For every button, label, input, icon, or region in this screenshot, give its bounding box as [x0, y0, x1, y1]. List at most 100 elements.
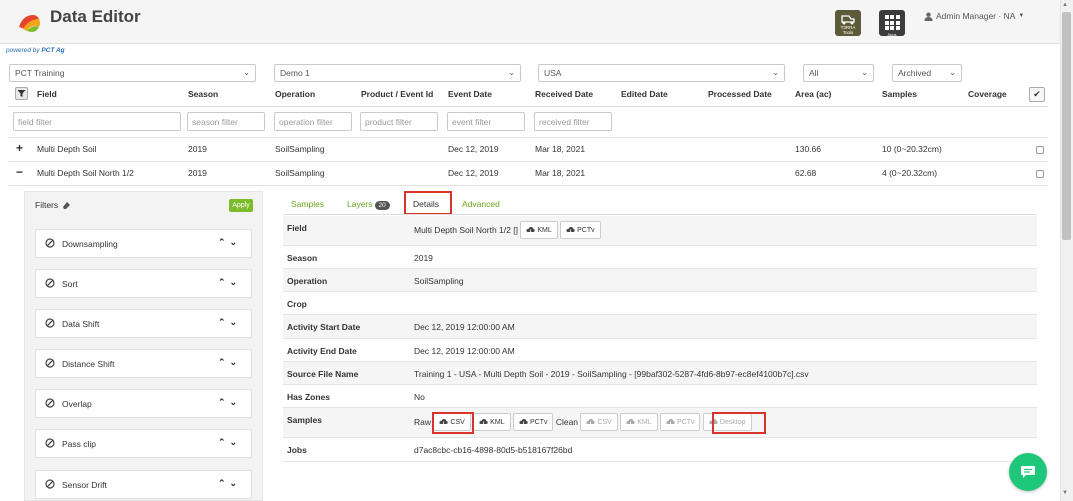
country-select[interactable]: USA ⌄: [538, 64, 785, 82]
detail-key: Activity End Date: [287, 346, 357, 356]
raw-pctv-button[interactable]: PCTv: [512, 413, 554, 431]
ban-icon[interactable]: [45, 479, 55, 489]
detail-key: Season: [287, 253, 318, 263]
filter-card-downsampling[interactable]: Downsampling ⌃⌄: [35, 229, 252, 258]
ban-icon[interactable]: [45, 438, 55, 448]
tab-layers[interactable]: Layers 20: [347, 199, 390, 210]
apply-button[interactable]: Apply: [229, 199, 253, 212]
field-name: Multi Depth Soil North 1/2 []: [414, 225, 518, 235]
chat-button[interactable]: [1009, 453, 1047, 491]
col-area[interactable]: Area (ac): [795, 89, 831, 99]
row-field[interactable]: Multi Depth Soil: [37, 144, 97, 154]
clean-pctv-button[interactable]: PCTv: [659, 413, 701, 431]
filter-card-data-shift[interactable]: Data Shift ⌃⌄: [35, 309, 252, 338]
reorder-arrows-icon[interactable]: ⌃⌄: [218, 317, 241, 328]
scrollbar-thumb[interactable]: [1062, 12, 1071, 240]
reorder-arrows-icon[interactable]: ⌃⌄: [218, 277, 241, 288]
col-received-date[interactable]: Received Date: [535, 89, 593, 99]
status-select-value: Archived: [898, 68, 932, 78]
row-event-date: Dec 12, 2019: [448, 144, 499, 154]
project-select[interactable]: Demo 1 ⌄: [274, 64, 521, 82]
raw-kml-button[interactable]: KML: [473, 413, 511, 431]
scope-select[interactable]: All ⌄: [803, 64, 874, 82]
tab-advanced[interactable]: Advanced: [462, 199, 500, 209]
col-product-event-id[interactable]: Product / Event Id: [361, 89, 433, 99]
event-filter-input[interactable]: event filter: [447, 112, 525, 131]
reorder-arrows-icon[interactable]: ⌃⌄: [218, 478, 241, 489]
reorder-arrows-icon[interactable]: ⌃⌄: [218, 397, 241, 408]
col-coverage[interactable]: Coverage: [968, 89, 1007, 99]
col-operation[interactable]: Operation: [275, 89, 315, 99]
chevron-down-icon: ⌄: [772, 68, 779, 77]
ban-icon[interactable]: [45, 238, 55, 248]
ban-icon[interactable]: [45, 398, 55, 408]
detail-key: Jobs: [287, 445, 307, 455]
row-operation: SoilSampling: [275, 144, 325, 154]
reorder-arrows-icon[interactable]: ⌃⌄: [218, 357, 241, 368]
filter-card-overlap[interactable]: Overlap ⌃⌄: [35, 389, 252, 418]
app-title: Data Editor: [50, 7, 141, 26]
col-edited-date[interactable]: Edited Date: [621, 89, 668, 99]
row-field[interactable]: Multi Depth Soil North 1/2: [37, 168, 134, 178]
operation-filter-input[interactable]: operation filter: [274, 112, 352, 131]
field-filter-input[interactable]: field filter: [13, 112, 181, 131]
cloud-download-icon: [666, 419, 675, 426]
detail-value: Training 1 - USA - Multi Depth Soil - 20…: [414, 369, 809, 379]
product-filter-input[interactable]: product filter: [360, 112, 438, 131]
filter-label: Overlap: [62, 399, 92, 409]
raw-csv-highlight: [432, 412, 474, 434]
reorder-arrows-icon[interactable]: ⌃⌄: [218, 437, 241, 448]
detail-key: Source File Name: [287, 369, 359, 379]
tractor-icon: [841, 15, 855, 25]
expand-row-button[interactable]: +: [16, 141, 23, 155]
row-checkbox[interactable]: [1036, 146, 1044, 154]
toggle-filters-button[interactable]: [15, 87, 28, 100]
ban-icon[interactable]: [45, 318, 55, 328]
season-filter-input[interactable]: season filter: [187, 112, 265, 131]
received-filter-input[interactable]: received filter: [534, 112, 612, 131]
col-processed-date[interactable]: Processed Date: [708, 89, 772, 99]
user-menu[interactable]: Admin Manager · NA ▼: [924, 11, 1024, 21]
col-samples[interactable]: Samples: [882, 89, 917, 99]
col-season[interactable]: Season: [188, 89, 218, 99]
eraser-icon[interactable]: [62, 201, 71, 210]
account-select[interactable]: PCT Training ⌄: [9, 64, 256, 82]
filter-card-sort[interactable]: Sort ⌃⌄: [35, 269, 252, 298]
select-all-checkbox[interactable]: ✔: [1029, 87, 1045, 102]
row-checkbox[interactable]: [1036, 170, 1044, 178]
terra-tools-button[interactable]: T3RRA Tools: [835, 10, 861, 36]
col-event-date[interactable]: Event Date: [448, 89, 492, 99]
field-pctv-button[interactable]: PCTv: [560, 221, 601, 239]
filter-card-pass-clip[interactable]: Pass clip ⌃⌄: [35, 429, 252, 458]
filter-card-sensor-drift[interactable]: Sensor Drift ⌃⌄: [35, 470, 252, 499]
apps-grid-button[interactable]: Apps: [879, 10, 905, 37]
row-season: 2019: [188, 168, 207, 178]
col-field[interactable]: Field: [37, 89, 57, 99]
status-select[interactable]: Archived ⌄: [892, 64, 962, 82]
clean-csv-button[interactable]: CSV: [580, 413, 618, 431]
collapse-row-button[interactable]: −: [16, 165, 23, 179]
layers-count-badge: 20: [374, 201, 390, 210]
filter-card-distance-shift[interactable]: Distance Shift ⌃⌄: [35, 349, 252, 378]
cloud-download-icon: [519, 419, 528, 426]
ban-icon[interactable]: [45, 358, 55, 368]
row-divider: [8, 185, 1048, 186]
cloud-download-icon: [526, 227, 536, 234]
filter-label: Sensor Drift: [62, 480, 107, 490]
ban-icon[interactable]: [45, 278, 55, 288]
kml-label: KML: [537, 226, 552, 234]
row-divider: [8, 161, 1048, 162]
scroll-down-arrow-icon[interactable]: ▼: [1062, 490, 1068, 496]
field-kml-button[interactable]: KML: [520, 221, 558, 239]
cloud-download-icon: [566, 227, 575, 234]
reorder-arrows-icon[interactable]: ⌃⌄: [218, 237, 241, 248]
scroll-up-arrow-icon[interactable]: ▲: [1062, 2, 1068, 8]
clean-kml-button[interactable]: KML: [620, 413, 658, 431]
clean-label: Clean: [555, 417, 579, 427]
country-select-value: USA: [544, 68, 562, 78]
filters-panel: Filters Apply Downsampling ⌃⌄ Sort ⌃⌄ Da…: [24, 191, 263, 501]
chevron-down-icon: ⌄: [243, 68, 250, 77]
pctv-label: PCTv: [676, 418, 695, 426]
tab-samples[interactable]: Samples: [291, 199, 324, 209]
detail-value: Dec 12, 2019 12:00:00 AM: [414, 346, 515, 356]
